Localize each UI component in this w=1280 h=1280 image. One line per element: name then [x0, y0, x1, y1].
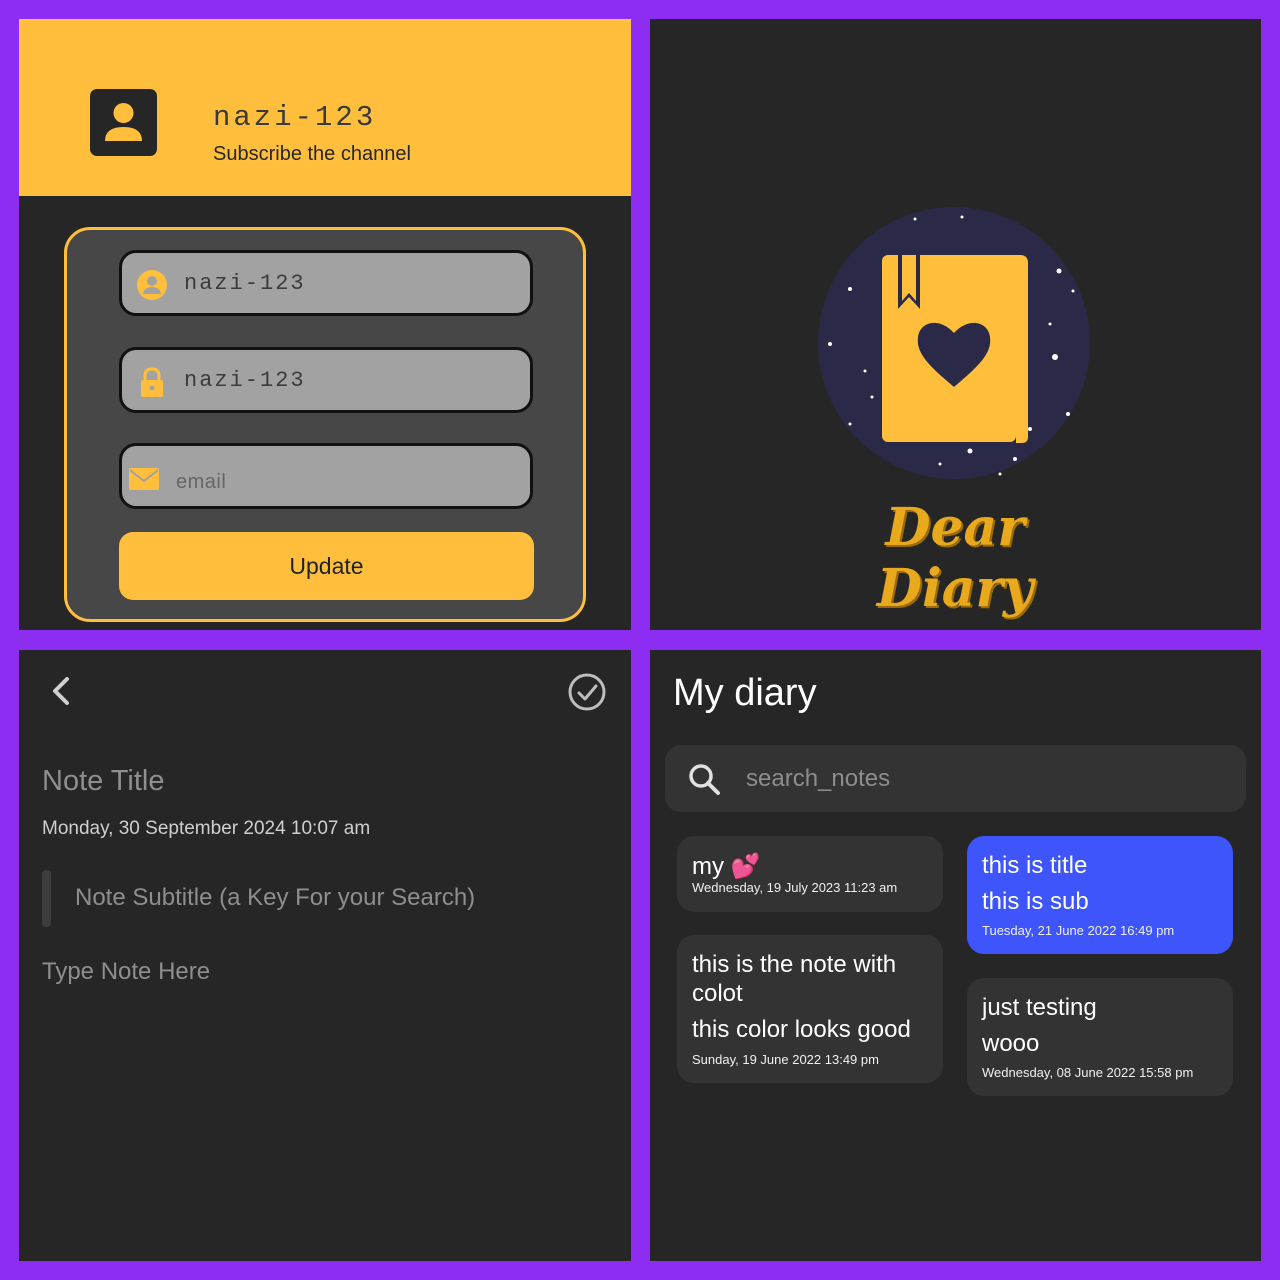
- update-button[interactable]: Update: [119, 532, 534, 600]
- search-icon: [689, 764, 720, 795]
- email-placeholder: email: [176, 471, 227, 493]
- check-circle-icon[interactable]: [567, 672, 607, 712]
- note-card-date: Sunday, 19 June 2022 13:49 pm: [692, 1052, 879, 1067]
- lock-icon: [141, 367, 163, 397]
- diary-list-screen: My diary search_notes my 💕 Wednesday, 19…: [650, 650, 1261, 1261]
- profile-header: nazi-123 Subscribe the channel: [19, 19, 631, 196]
- email-icon: [129, 468, 159, 490]
- note-card[interactable]: just testing wooo Wednesday, 08 June 202…: [967, 978, 1233, 1096]
- note-card-title: this is the note with colot: [692, 951, 897, 1007]
- subtitle-indicator: [42, 870, 51, 927]
- profile-form: nazi-123 nazi-123 email Update: [64, 227, 586, 622]
- profile-subtitle: Subscribe the channel: [213, 143, 411, 165]
- note-card-subtitle: this color looks good: [692, 1016, 911, 1043]
- note-card-date: Wednesday, 19 July 2023 11:23 am: [692, 880, 898, 895]
- note-card[interactable]: this is the note with colot this color l…: [677, 935, 943, 1083]
- note-date: Monday, 30 September 2024 10:07 am: [42, 818, 371, 839]
- avatar-icon: [90, 89, 157, 156]
- note-card[interactable]: this is title this is sub Tuesday, 21 Ju…: [967, 836, 1233, 954]
- note-card[interactable]: my 💕 Wednesday, 19 July 2023 11:23 am: [677, 836, 943, 912]
- profile-username: nazi-123: [213, 101, 377, 134]
- note-editor-screen: Note Title Monday, 30 September 2024 10:…: [19, 650, 631, 1261]
- note-card-subtitle: wooo: [982, 1030, 1040, 1057]
- note-card-date: Wednesday, 08 June 2022 15:58 pm: [982, 1065, 1194, 1080]
- note-card-subtitle: this is sub: [982, 888, 1089, 915]
- note-title-input[interactable]: Note Title: [42, 765, 165, 798]
- note-card-date: Tuesday, 21 June 2022 16:49 pm: [982, 923, 1175, 938]
- note-body-input[interactable]: Type Note Here: [42, 958, 210, 986]
- note-subtitle-input[interactable]: Note Subtitle (a Key For your Search): [75, 884, 475, 912]
- password-value: nazi-123: [184, 368, 306, 393]
- note-card-title: this is title: [982, 852, 1088, 879]
- note-card-title: just testing: [982, 994, 1097, 1021]
- username-value: nazi-123: [184, 271, 306, 296]
- note-card-title: my 💕: [692, 853, 761, 880]
- username-field[interactable]: nazi-123: [119, 250, 533, 316]
- page-title: My diary: [673, 672, 817, 714]
- user-icon: [137, 270, 167, 300]
- back-arrow-icon[interactable]: [47, 675, 77, 707]
- password-field[interactable]: nazi-123: [119, 347, 533, 413]
- app-name: Dear Diary: [876, 497, 1034, 619]
- search-placeholder: search_notes: [746, 765, 891, 792]
- splash-screen: Dear Diary: [650, 19, 1261, 630]
- search-input[interactable]: search_notes: [665, 745, 1246, 812]
- profile-screen: nazi-123 Subscribe the channel nazi-123 …: [19, 19, 631, 630]
- email-field[interactable]: email: [119, 443, 533, 509]
